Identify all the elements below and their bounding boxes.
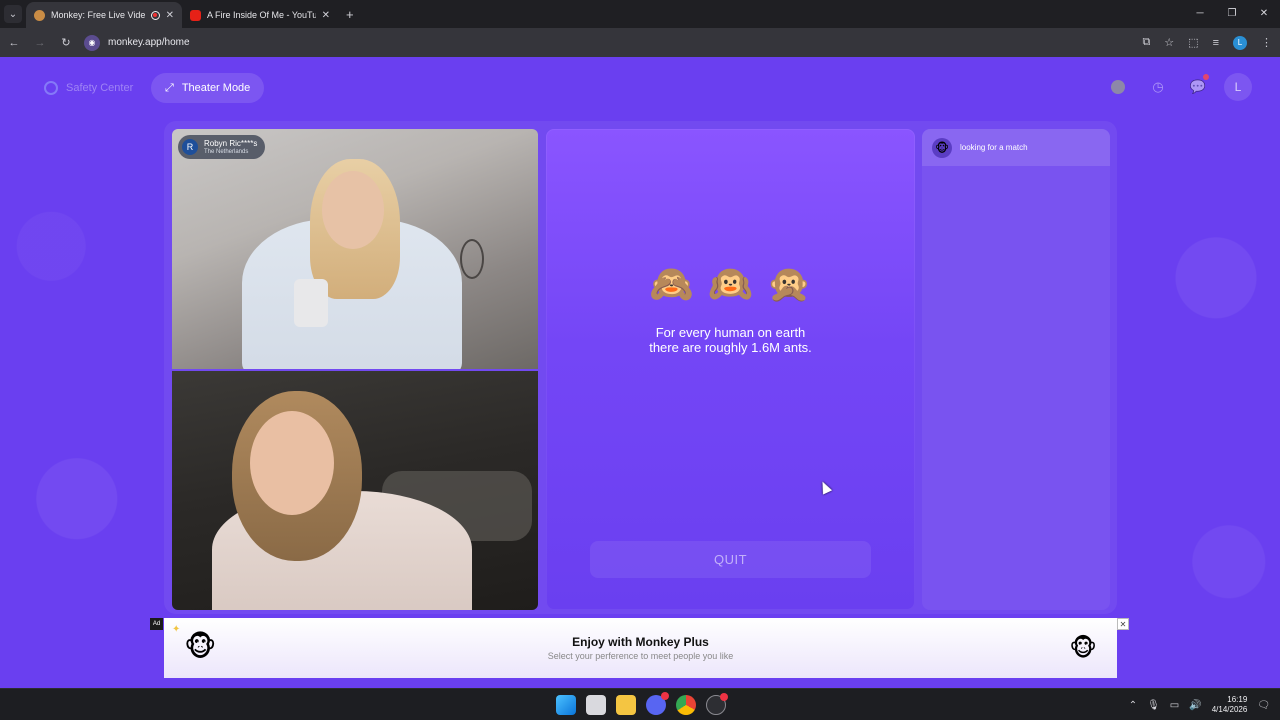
toolbar-actions: ⧉ ☆ ⬚ ≡ L ⋮ bbox=[1142, 28, 1272, 57]
system-tray: ⌃ 🎙 ▭ 🔊 16:19 4/14/2026 🗨 bbox=[1129, 689, 1270, 720]
fun-fact-line: For every human on earth bbox=[655, 325, 806, 340]
partner-name: Robyn Ric****s bbox=[204, 138, 258, 148]
minimize-icon[interactable]: ─ bbox=[1184, 0, 1216, 28]
clock-date: 4/14/2026 bbox=[1211, 705, 1248, 714]
right-nav: ◷ 💬 L bbox=[1104, 73, 1252, 101]
user-avatar[interactable]: L bbox=[1224, 73, 1252, 101]
partner-video bbox=[172, 129, 538, 369]
ad-close-icon[interactable]: ✕ bbox=[1117, 618, 1129, 630]
browser-toolbar: ← → ↻ ◉ monkey.app/home ⧉ ☆ ⬚ ≡ L ⋮ bbox=[0, 28, 1280, 57]
ad-subtitle: Select your perference to meet people yo… bbox=[547, 651, 734, 661]
chevron-up-icon[interactable]: ⌃ bbox=[1129, 700, 1137, 711]
chat-panel: 🐵 looking for a match bbox=[922, 129, 1110, 610]
monkey-favicon-icon bbox=[34, 9, 45, 21]
monkey-icon: 🐵 bbox=[932, 137, 952, 158]
restore-icon[interactable]: ❐ bbox=[1216, 0, 1248, 28]
back-icon[interactable]: ← bbox=[2, 37, 26, 49]
center-panel: 🙈 🙉 🙊 For every human on earth there are… bbox=[546, 129, 915, 610]
site-info-icon[interactable]: ◉ bbox=[84, 34, 100, 51]
expand-icon: ⤢ bbox=[165, 81, 174, 94]
more-menu-icon[interactable]: ⋮ bbox=[1261, 36, 1272, 49]
media-controls-icon[interactable]: ≡ bbox=[1213, 37, 1219, 49]
new-tab-button[interactable]: + bbox=[346, 7, 354, 22]
tab-title: A Fire Inside Of Me - YouTube bbox=[207, 10, 316, 20]
match-status-text: looking for a match bbox=[960, 143, 1028, 152]
partner-avatar: R bbox=[182, 139, 198, 155]
notification-badge bbox=[1203, 74, 1209, 80]
youtube-favicon-icon bbox=[190, 9, 201, 21]
ad-label: Ad bbox=[150, 618, 163, 630]
forward-icon[interactable]: → bbox=[28, 37, 52, 49]
profile-avatar[interactable]: L bbox=[1233, 35, 1247, 50]
recording-icon bbox=[150, 10, 160, 20]
task-view-icon[interactable] bbox=[586, 695, 606, 715]
self-video bbox=[172, 371, 538, 610]
close-tab-icon[interactable]: ✕ bbox=[322, 10, 330, 21]
safety-center-label: Safety Center bbox=[66, 82, 134, 94]
speak-no-evil-monkey-icon: 🙊 bbox=[766, 263, 812, 304]
theater-mode-label: Theater Mode bbox=[181, 82, 251, 94]
video-figure bbox=[294, 279, 328, 327]
match-status: 🐵 looking for a match bbox=[922, 129, 1110, 166]
tab-title: Monkey: Free Live Video Ch bbox=[51, 10, 145, 20]
safety-center-button[interactable]: Safety Center bbox=[30, 73, 147, 103]
address-bar[interactable]: ◉ monkey.app/home bbox=[84, 32, 1104, 53]
window-controls: ─ ❐ ✕ bbox=[1184, 0, 1280, 28]
video-figure bbox=[460, 239, 484, 279]
ad-title: Enjoy with Monkey Plus bbox=[572, 635, 709, 649]
sparkle-icon: ✦ bbox=[172, 624, 181, 635]
monkey-emojis: 🙈 🙉 🙊 bbox=[546, 264, 915, 304]
browser-tab-strip: ⌄ Monkey: Free Live Video Ch ✕ A Fire In… bbox=[0, 0, 1280, 28]
tab-search-menu-button[interactable]: ⌄ bbox=[4, 5, 22, 23]
shield-icon bbox=[44, 81, 58, 95]
start-menu-icon[interactable] bbox=[556, 695, 576, 715]
discord-icon[interactable] bbox=[646, 692, 669, 715]
see-no-evil-monkey-icon: 🙈 bbox=[649, 263, 695, 304]
network-icon[interactable]: ▭ bbox=[1170, 700, 1179, 711]
partner-country: The Netherlands bbox=[204, 148, 249, 155]
close-tab-icon[interactable]: ✕ bbox=[166, 10, 174, 21]
fun-fact: For every human on earth there are rough… bbox=[546, 325, 915, 355]
volume-icon[interactable]: 🔊 bbox=[1189, 700, 1201, 711]
video-figure bbox=[250, 411, 334, 515]
history-icon[interactable]: ◷ bbox=[1144, 73, 1172, 101]
extensions-icon[interactable]: ⬚ bbox=[1188, 36, 1198, 49]
close-window-icon[interactable]: ✕ bbox=[1248, 0, 1280, 28]
video-figure bbox=[322, 171, 384, 249]
theater-mode-button[interactable]: ⤢ Theater Mode bbox=[151, 73, 265, 103]
partner-name-chip: R Robyn Ric****s The Netherlands bbox=[178, 135, 266, 159]
tab-monkey[interactable]: Monkey: Free Live Video Ch ✕ bbox=[26, 2, 182, 28]
notifications-icon[interactable]: 🗨 bbox=[1257, 700, 1270, 711]
monkey-icon: 🐵 bbox=[1069, 635, 1097, 662]
friends-icon[interactable] bbox=[1104, 73, 1132, 101]
tab-youtube[interactable]: A Fire Inside Of Me - YouTube ✕ bbox=[182, 2, 338, 28]
clock[interactable]: 16:19 4/14/2026 bbox=[1212, 695, 1248, 715]
notification-badge bbox=[661, 692, 669, 700]
taskbar-apps bbox=[556, 692, 728, 715]
fun-fact-line: there are roughly 1.6M ants. bbox=[649, 340, 812, 355]
messages-icon[interactable]: 💬 bbox=[1184, 73, 1212, 101]
clock-time: 16:19 bbox=[1227, 695, 1248, 704]
microphone-icon[interactable]: 🎙 bbox=[1147, 700, 1160, 711]
bookmark-star-icon[interactable]: ☆ bbox=[1164, 36, 1174, 49]
quit-button[interactable]: QUIT bbox=[590, 541, 871, 578]
hear-no-evil-monkey-icon: 🙉 bbox=[708, 263, 753, 304]
chrome-icon[interactable] bbox=[676, 695, 696, 715]
notification-badge bbox=[720, 693, 728, 701]
file-explorer-icon[interactable] bbox=[616, 695, 636, 715]
reload-icon[interactable]: ↻ bbox=[54, 36, 78, 49]
windows-taskbar: ⌃ 🎙 ▭ 🔊 16:19 4/14/2026 🗨 bbox=[0, 688, 1280, 720]
install-app-icon[interactable]: ⧉ bbox=[1142, 36, 1150, 49]
ad-banner[interactable]: ✦ 🐵 Enjoy with Monkey Plus Select your p… bbox=[164, 618, 1117, 678]
steam-icon[interactable] bbox=[706, 693, 728, 715]
url-text: monkey.app/home bbox=[108, 37, 190, 48]
